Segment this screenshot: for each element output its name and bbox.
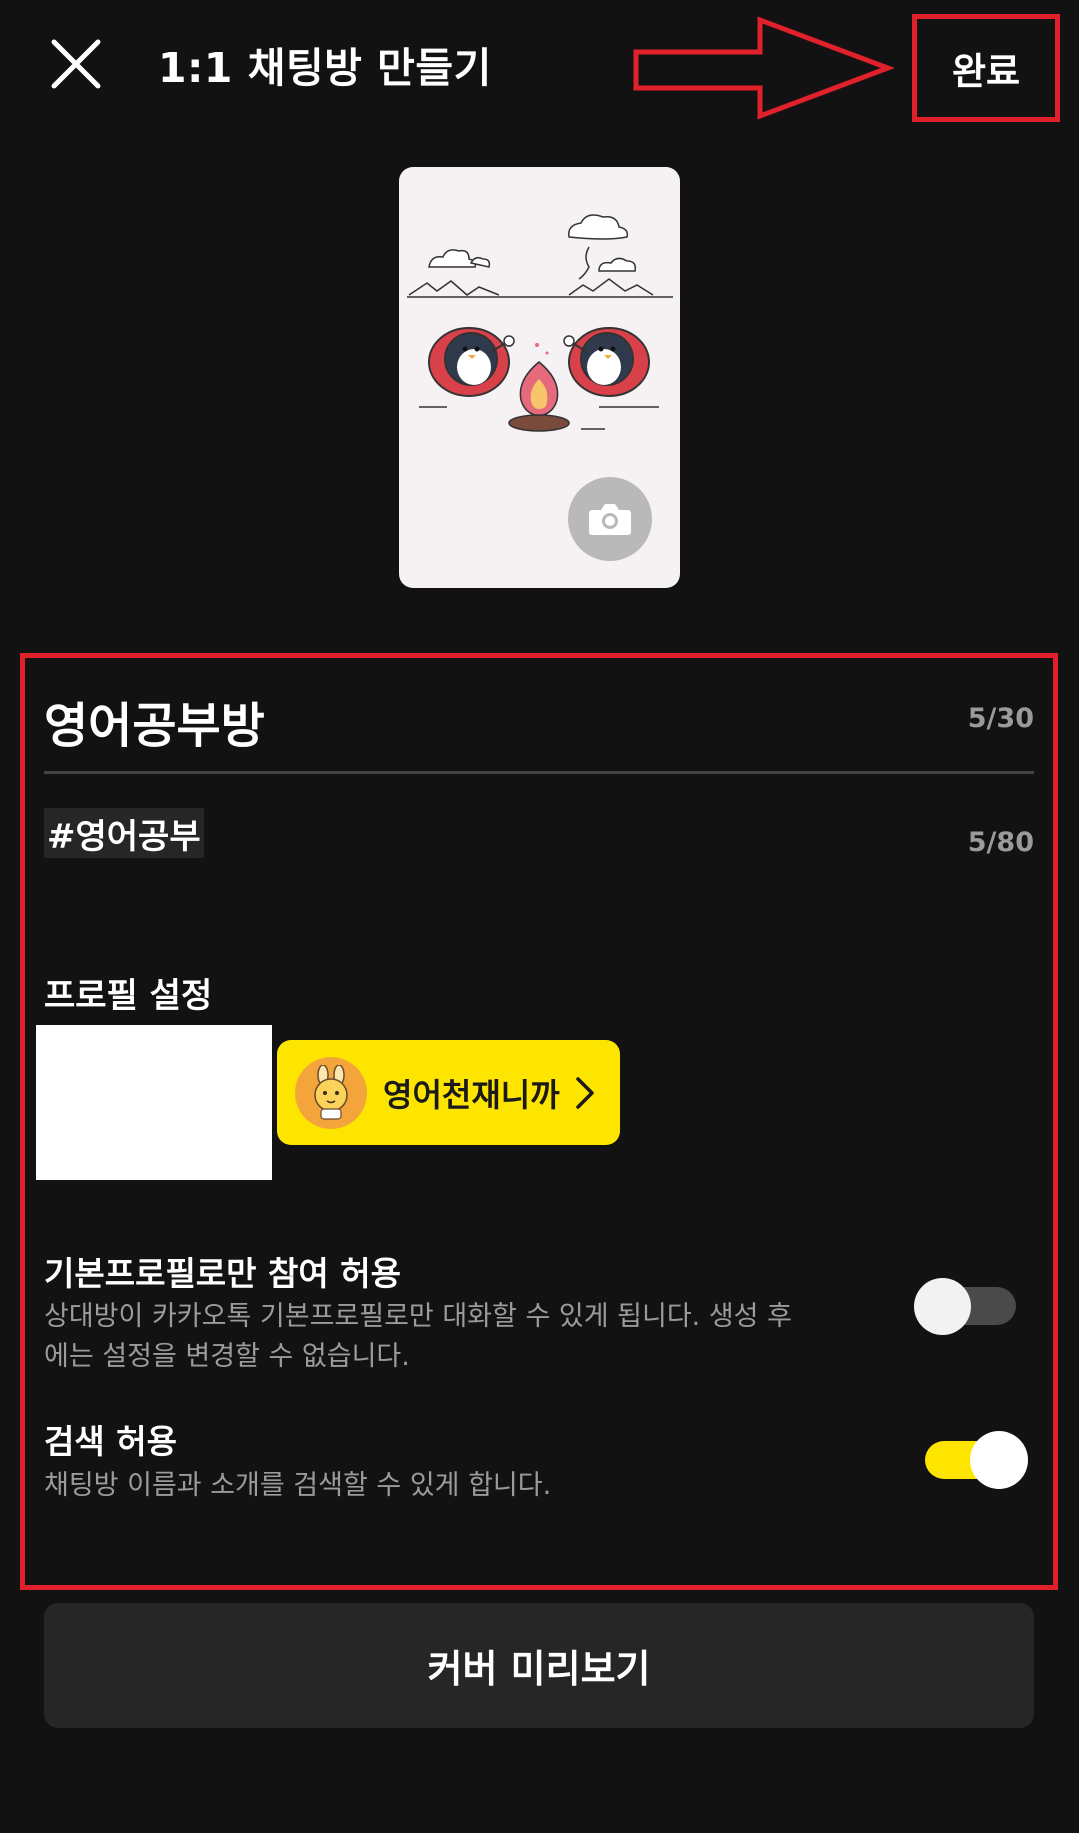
character-avatar-icon (314, 1064, 348, 1120)
toggle-knob (914, 1278, 971, 1335)
search-allowed-desc: 채팅방 이름과 소개를 검색할 수 있게 합니다. (44, 1470, 552, 1501)
redacted-block (36, 1025, 272, 1180)
room-name-input[interactable]: 영어공부방 (44, 686, 265, 756)
done-button[interactable]: 완료 (917, 19, 1055, 117)
page-title: 1:1 채팅방 만들기 (158, 44, 492, 92)
toggle-knob (970, 1431, 1028, 1489)
profile-select-button[interactable]: 영어천재니까 (277, 1040, 620, 1145)
hashtag-input[interactable]: #영어공부 (44, 808, 204, 858)
default-profile-only-desc-line1: 상대방이 카카오톡 기본프로필로만 대화할 수 있게 됩니다. 생성 후 (44, 1301, 792, 1332)
camera-icon (589, 504, 631, 535)
cover-preview-button[interactable]: 커버 미리보기 (44, 1603, 1034, 1728)
annotation-arrow-icon (633, 16, 894, 120)
default-profile-only-desc-line2: 에는 설정을 변경할 수 없습니다. (44, 1341, 410, 1372)
close-button[interactable] (48, 36, 104, 92)
close-icon (51, 39, 101, 89)
room-name-char-count: 5/30 (967, 703, 1034, 734)
profile-nickname: 영어천재니까 (383, 1075, 560, 1114)
search-allowed-title: 검색 허용 (44, 1422, 177, 1461)
change-cover-button[interactable] (568, 477, 652, 561)
avatar (295, 1056, 367, 1129)
default-profile-only-title: 기본프로필로만 참여 허용 (44, 1254, 401, 1293)
hashtag-char-count: 5/80 (967, 827, 1034, 858)
default-profile-only-desc: 상대방이 카카오톡 기본프로필로만 대화할 수 있게 됩니다. 생성 후 에는 … (44, 1297, 864, 1377)
profile-section-title: 프로필 설정 (44, 976, 213, 1016)
chevron-right-icon (575, 1076, 594, 1109)
divider (44, 771, 1034, 774)
